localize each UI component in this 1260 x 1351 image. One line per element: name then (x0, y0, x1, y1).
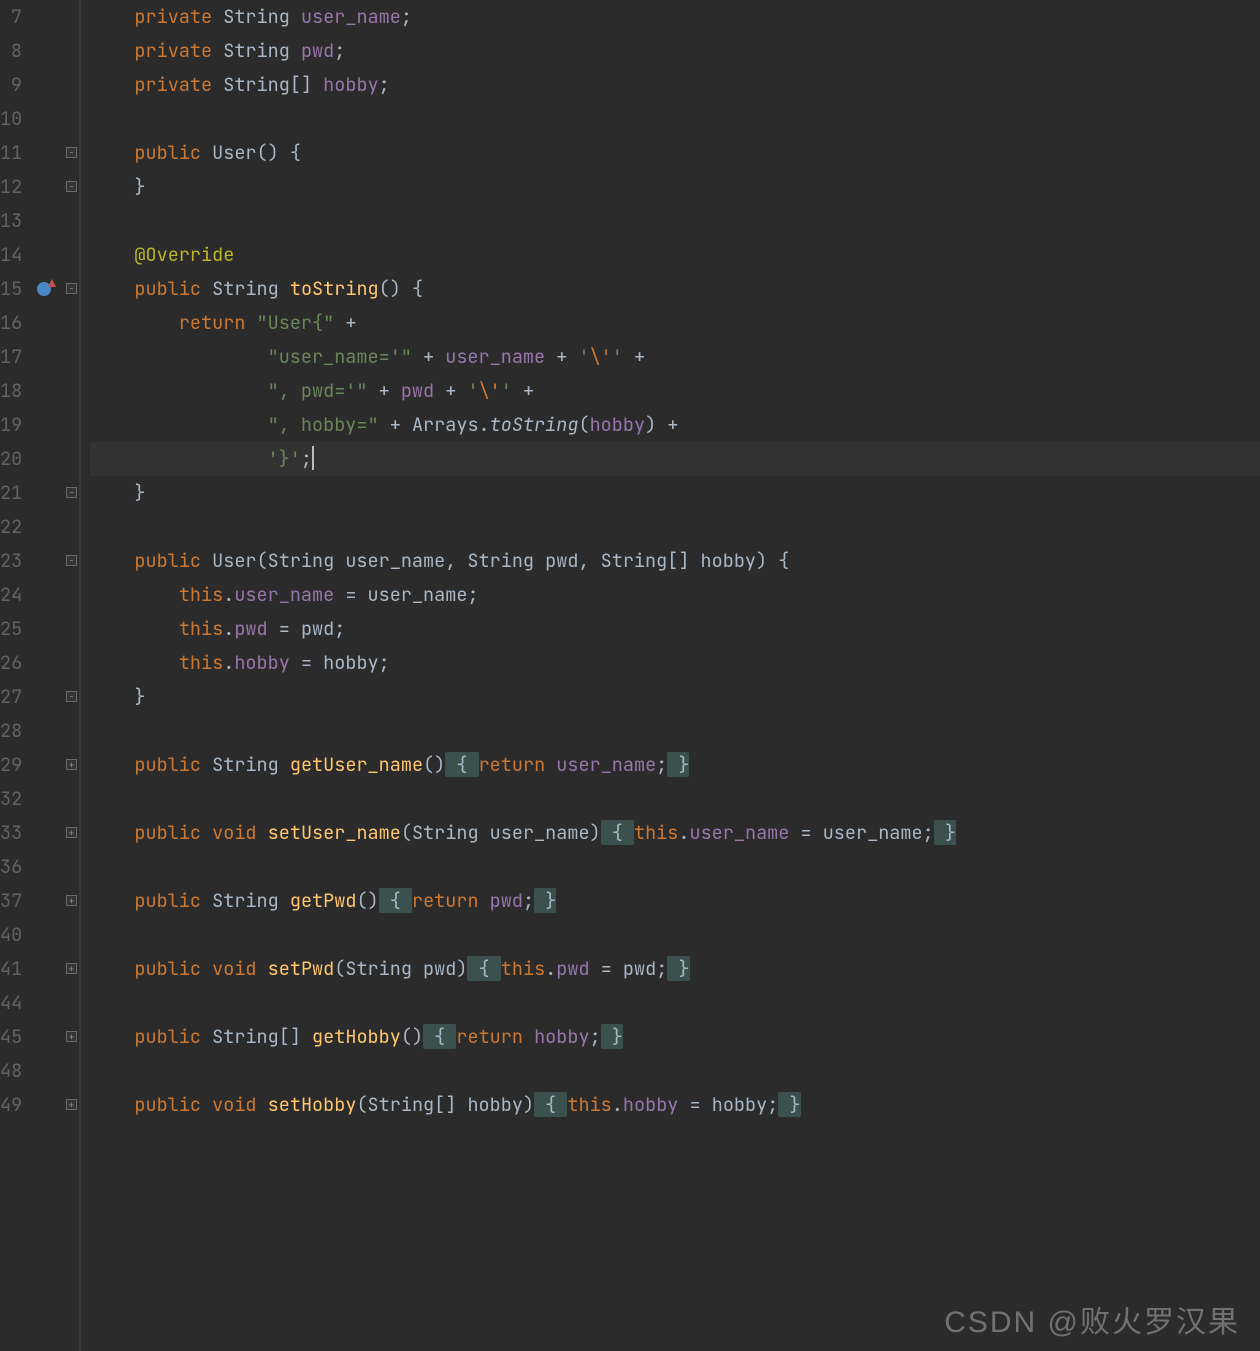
code-line[interactable]: "user_name='" + user_name + '\'' + (90, 340, 1260, 374)
fold-open-icon[interactable]: - (66, 555, 77, 566)
code-line[interactable] (90, 986, 1260, 1020)
line-number: 16 (0, 306, 26, 340)
code-line[interactable]: public String getUser_name() { return us… (90, 748, 1260, 782)
code-line[interactable] (90, 204, 1260, 238)
line-number: 21 (0, 476, 26, 510)
line-number: 33 (0, 816, 26, 850)
line-number: 7 (0, 0, 26, 34)
line-number: 36 (0, 850, 26, 884)
code-line[interactable] (90, 714, 1260, 748)
line-number: 49 (0, 1088, 26, 1122)
code-line[interactable]: public void setHobby(String[] hobby) { t… (90, 1088, 1260, 1122)
line-number: 23 (0, 544, 26, 578)
code-line[interactable]: public User() { (90, 136, 1260, 170)
line-number: 27 (0, 680, 26, 714)
code-line[interactable]: @Override (90, 238, 1260, 272)
line-number: 11 (0, 136, 26, 170)
line-number: 17 (0, 340, 26, 374)
code-editor[interactable]: 7 8 9 10 11 12 13 14 15 16 17 18 19 20 2… (0, 0, 1260, 1351)
fold-close-icon[interactable]: - (66, 691, 77, 702)
override-icon[interactable] (36, 281, 52, 297)
cursor (312, 446, 314, 470)
fold-expand-icon[interactable]: + (66, 827, 77, 838)
line-number: 25 (0, 612, 26, 646)
code-line[interactable]: return "User{" + (90, 306, 1260, 340)
code-line[interactable]: public String getPwd() { return pwd; } (90, 884, 1260, 918)
code-line[interactable]: public void setPwd(String pwd) { this.pw… (90, 952, 1260, 986)
code-line[interactable] (90, 102, 1260, 136)
code-line[interactable]: public String toString() { (90, 272, 1260, 306)
code-line[interactable]: } (90, 170, 1260, 204)
code-line[interactable] (90, 918, 1260, 952)
code-line[interactable]: public User(String user_name, String pwd… (90, 544, 1260, 578)
line-number: 48 (0, 1054, 26, 1088)
code-line[interactable]: this.hobby = hobby; (90, 646, 1260, 680)
line-number: 40 (0, 918, 26, 952)
line-number: 37 (0, 884, 26, 918)
line-number: 28 (0, 714, 26, 748)
line-number: 13 (0, 204, 26, 238)
code-line[interactable]: public void setUser_name(String user_nam… (90, 816, 1260, 850)
code-line[interactable]: private String user_name; (90, 0, 1260, 34)
line-number: 20 (0, 442, 26, 476)
fold-open-icon[interactable]: - (66, 283, 77, 294)
fold-close-icon[interactable]: - (66, 181, 77, 192)
code-line[interactable]: this.pwd = pwd; (90, 612, 1260, 646)
line-number: 19 (0, 408, 26, 442)
fold-expand-icon[interactable]: + (66, 1099, 77, 1110)
code-line-current[interactable]: '}'; (90, 442, 1260, 476)
code-line[interactable]: private String pwd; (90, 34, 1260, 68)
line-number: 26 (0, 646, 26, 680)
fold-open-icon[interactable]: - (66, 147, 77, 158)
code-line[interactable]: private String[] hobby; (90, 68, 1260, 102)
code-line[interactable]: ", hobby=" + Arrays.toString(hobby) + (90, 408, 1260, 442)
fold-expand-icon[interactable]: + (66, 963, 77, 974)
line-number: 14 (0, 238, 26, 272)
fold-close-icon[interactable]: - (66, 487, 77, 498)
line-number: 15 (0, 272, 26, 306)
line-number: 10 (0, 102, 26, 136)
line-number: 12 (0, 170, 26, 204)
line-number: 32 (0, 782, 26, 816)
code-line[interactable]: this.user_name = user_name; (90, 578, 1260, 612)
fold-expand-icon[interactable]: + (66, 1031, 77, 1042)
line-number: 45 (0, 1020, 26, 1054)
line-number: 18 (0, 374, 26, 408)
code-line[interactable] (90, 1054, 1260, 1088)
line-number: 22 (0, 510, 26, 544)
line-number: 24 (0, 578, 26, 612)
line-number: 9 (0, 68, 26, 102)
code-line[interactable] (90, 850, 1260, 884)
fold-gutter: - - - - - - + + + + + + (64, 0, 80, 1351)
code-line[interactable] (90, 782, 1260, 816)
line-number: 41 (0, 952, 26, 986)
line-number: 8 (0, 34, 26, 68)
code-line[interactable] (90, 510, 1260, 544)
fold-expand-icon[interactable]: + (66, 895, 77, 906)
line-number: 29 (0, 748, 26, 782)
code-line[interactable]: public String[] getHobby() { return hobb… (90, 1020, 1260, 1054)
line-number-gutter: 7 8 9 10 11 12 13 14 15 16 17 18 19 20 2… (0, 0, 32, 1351)
line-number: 44 (0, 986, 26, 1020)
code-line[interactable]: ", pwd='" + pwd + '\'' + (90, 374, 1260, 408)
code-line[interactable]: } (90, 680, 1260, 714)
code-area[interactable]: private String user_name; private String… (80, 0, 1260, 1351)
code-line[interactable]: } (90, 476, 1260, 510)
fold-expand-icon[interactable]: + (66, 759, 77, 770)
gutter-icons (32, 0, 64, 1351)
